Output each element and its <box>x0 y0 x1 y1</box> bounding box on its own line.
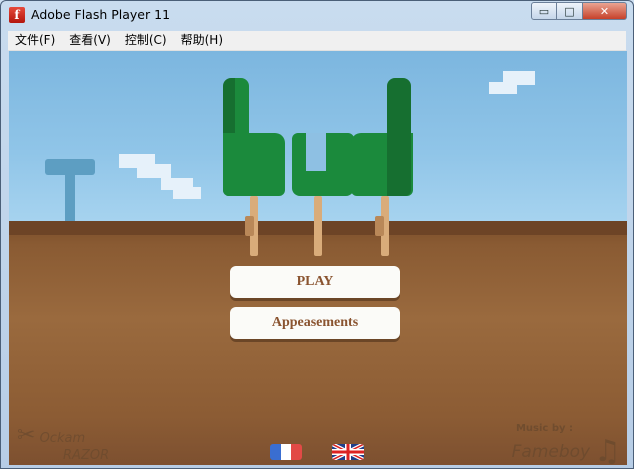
window-title: Adobe Flash Player 11 <box>31 7 171 22</box>
title-bar[interactable]: f Adobe Flash Player 11 ▭ □ ✕ <box>1 1 633 29</box>
razor-icon: ✂ <box>17 423 36 448</box>
uk-flag-button[interactable] <box>332 444 364 460</box>
menu-view[interactable]: 查看(V) <box>62 31 118 50</box>
music-note-icon: ♫ <box>594 434 621 465</box>
cloud <box>137 164 171 178</box>
music-credit-name: Fameboy <box>511 441 591 462</box>
flash-player-window: f Adobe Flash Player 11 ▭ □ ✕ 文件(F) 查看(V… <box>0 0 634 469</box>
credit-left-line2: RAZOR <box>63 448 110 463</box>
menu-help[interactable]: 帮助(H) <box>174 31 230 50</box>
menu-control[interactable]: 控制(C) <box>118 31 174 50</box>
credit-left-line1: Ockam <box>39 431 86 446</box>
ockam-razor-logo[interactable]: ✂ Ockam RAZOR <box>17 423 109 463</box>
music-by-label: Music by : <box>515 423 573 434</box>
maximize-icon: □ <box>564 4 575 18</box>
close-icon: ✕ <box>599 4 610 18</box>
minimize-button[interactable]: ▭ <box>531 2 557 20</box>
music-credit[interactable]: Music by : Fameboy ♫ <box>512 423 621 465</box>
game-canvas[interactable]: PLAY Appeasements ✂ Ockam RAZOR Music by… <box>9 51 627 465</box>
minimize-icon: ▭ <box>538 4 550 18</box>
flash-icon: f <box>9 7 25 23</box>
uk-flag-icon <box>332 444 364 460</box>
menu-bar: 文件(F) 查看(V) 控制(C) 帮助(H) <box>8 31 626 51</box>
close-button[interactable]: ✕ <box>583 2 627 20</box>
far-tree-trunk <box>65 173 75 225</box>
appeasements-button[interactable]: Appeasements <box>230 307 400 339</box>
maximize-button[interactable]: □ <box>557 2 583 20</box>
french-flag-button[interactable] <box>270 444 302 460</box>
play-button[interactable]: PLAY <box>230 266 400 298</box>
cloud <box>489 82 517 94</box>
cloud <box>173 187 201 199</box>
menu-file[interactable]: 文件(F) <box>8 31 62 50</box>
